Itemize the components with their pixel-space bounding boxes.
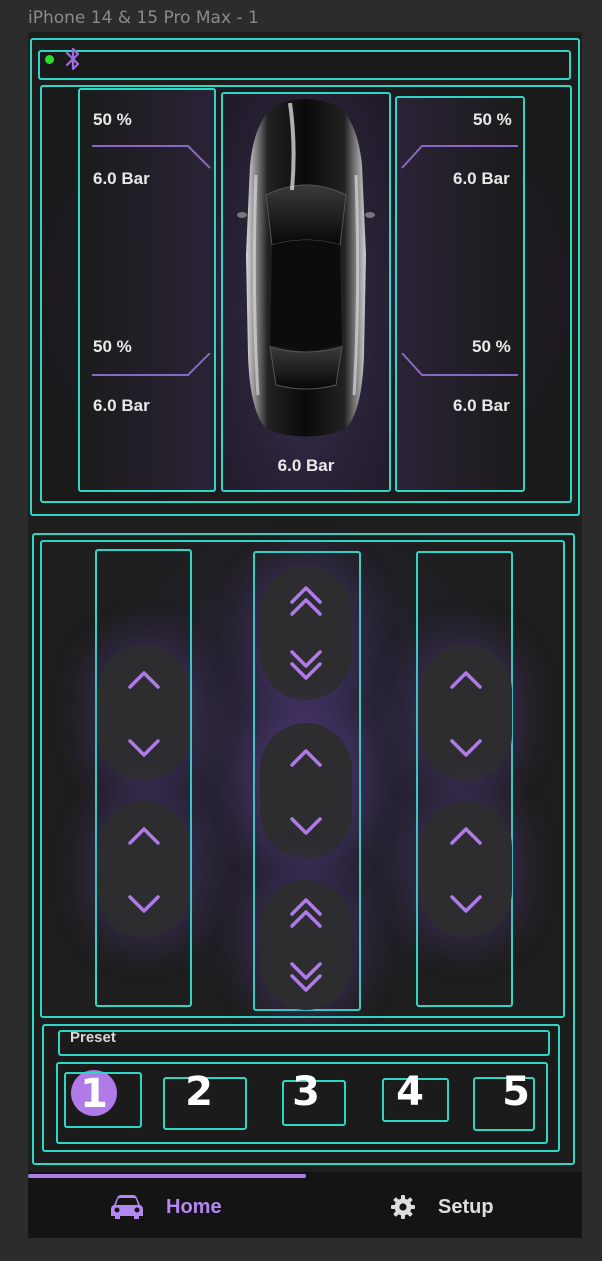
all-rear-control	[260, 880, 352, 1010]
rear-left-leader-line	[92, 353, 211, 376]
chevron-down-icon[interactable]	[286, 807, 326, 847]
nav-home[interactable]: Home	[110, 1190, 222, 1224]
double-chevron-up-icon[interactable]	[286, 892, 326, 932]
rear-right-pressure: 6.0 Bar	[453, 396, 510, 415]
nav-setup[interactable]: Setup	[390, 1190, 494, 1224]
chevron-up-icon[interactable]	[286, 737, 326, 777]
chevron-down-icon[interactable]	[446, 729, 486, 769]
front-left-leader-line	[92, 145, 211, 169]
rear-right-leader-line	[401, 353, 518, 376]
chevron-down-icon[interactable]	[124, 729, 164, 769]
chevron-up-icon[interactable]	[124, 659, 164, 699]
connection-indicator	[45, 55, 54, 64]
front-left-pressure: 6.0 Bar	[93, 169, 150, 188]
nav-home-label: Home	[166, 1195, 222, 1218]
front-right-leader-line	[401, 145, 518, 169]
front-left-control	[98, 645, 190, 781]
preset-label-4: 4	[396, 1069, 424, 1115]
front-right-control	[420, 645, 512, 781]
preset-label-5: 5	[502, 1069, 530, 1115]
status-bar	[38, 50, 571, 80]
car-icon	[111, 1195, 143, 1219]
rear-right-control	[420, 801, 512, 937]
bluetooth-icon[interactable]	[62, 45, 84, 73]
all-front-control	[260, 566, 352, 700]
preset-label-1: 1	[80, 1071, 108, 1117]
chevron-up-icon[interactable]	[446, 659, 486, 699]
chevron-up-icon[interactable]	[446, 815, 486, 855]
front-right-percent: 50 %	[473, 110, 512, 129]
preset-label-3: 3	[292, 1069, 320, 1115]
gear-icon	[391, 1195, 415, 1219]
car-top-view-image	[237, 99, 375, 437]
double-chevron-up-icon[interactable]	[286, 580, 326, 620]
preset-label: Preset	[70, 1029, 116, 1046]
preset-label-2: 2	[185, 1069, 213, 1115]
rear-left-pressure: 6.0 Bar	[93, 396, 150, 415]
chevron-down-icon[interactable]	[446, 885, 486, 925]
rear-left-control	[98, 801, 190, 937]
preset-header	[58, 1030, 550, 1056]
double-chevron-down-icon[interactable]	[286, 646, 326, 686]
tank-pressure: 6.0 Bar	[277, 456, 335, 475]
front-right-pressure: 6.0 Bar	[453, 169, 510, 188]
chevron-down-icon[interactable]	[124, 885, 164, 925]
double-chevron-down-icon[interactable]	[286, 958, 326, 998]
chevron-up-icon[interactable]	[124, 815, 164, 855]
front-left-percent: 50 %	[93, 110, 132, 129]
all-control	[260, 723, 352, 859]
nav-setup-label: Setup	[438, 1195, 494, 1218]
frame-title: iPhone 14 & 15 Pro Max - 1	[28, 8, 259, 28]
nav-active-indicator	[28, 1174, 306, 1178]
